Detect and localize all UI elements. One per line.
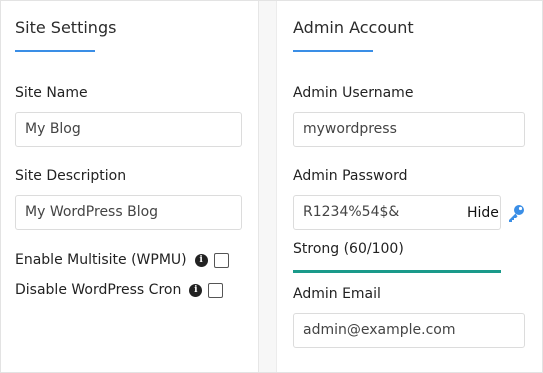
info-icon[interactable]: i — [194, 253, 208, 267]
cron-row: Disable WordPress Cron i — [15, 282, 224, 298]
admin-username-label: Admin Username — [293, 85, 414, 101]
site-name-input[interactable]: My Blog — [15, 112, 242, 147]
admin-email-label: Admin Email — [293, 286, 381, 302]
admin-account-underline — [293, 50, 373, 52]
site-settings-section: Site Settings Site Name My Blog Site Des… — [1, 1, 259, 372]
multisite-checkbox[interactable] — [213, 252, 229, 268]
admin-password-label: Admin Password — [293, 168, 408, 184]
multisite-row: Enable Multisite (WPMU) i — [15, 252, 229, 268]
hide-password-button[interactable]: Hide — [467, 205, 499, 221]
multisite-label: Enable Multisite (WPMU) — [15, 252, 187, 268]
key-icon[interactable] — [506, 203, 526, 223]
site-settings-title: Site Settings — [15, 18, 117, 37]
site-name-label: Site Name — [15, 85, 88, 101]
password-strength-bar — [293, 270, 501, 273]
admin-email-input[interactable]: admin@example.com — [293, 313, 525, 348]
site-description-label: Site Description — [15, 168, 127, 184]
settings-panel: Site Settings Site Name My Blog Site Des… — [0, 0, 543, 373]
info-icon[interactable]: i — [189, 283, 203, 297]
admin-account-title: Admin Account — [293, 18, 414, 37]
password-strength-text: Strong (60/100) — [293, 241, 404, 257]
site-description-input[interactable]: My WordPress Blog — [15, 195, 242, 230]
site-settings-underline — [15, 50, 95, 52]
column-divider — [259, 1, 277, 372]
cron-checkbox[interactable] — [208, 282, 224, 298]
admin-username-input[interactable]: mywordpress — [293, 112, 525, 147]
admin-account-section: Admin Account Admin Username mywordpress… — [277, 1, 542, 372]
cron-label: Disable WordPress Cron — [15, 282, 182, 298]
